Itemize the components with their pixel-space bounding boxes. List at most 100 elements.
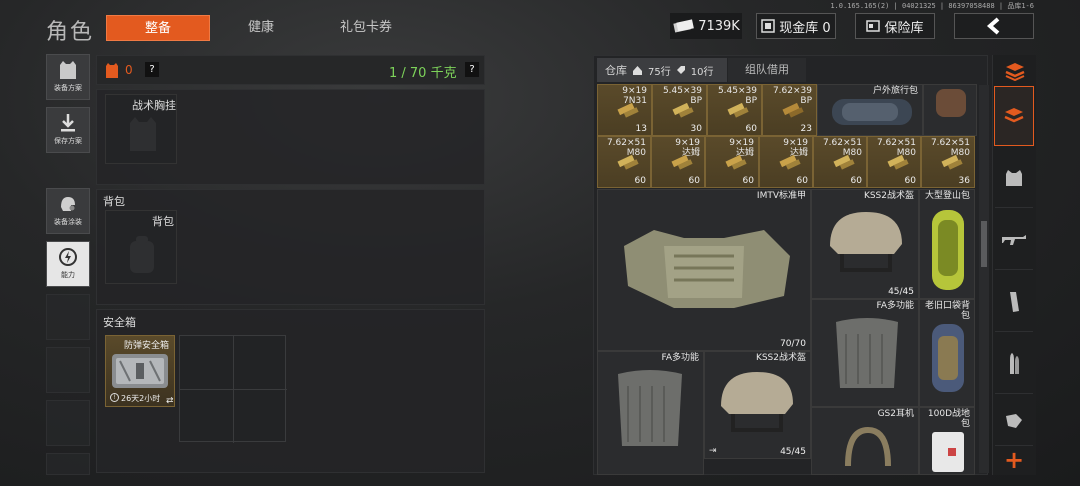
tab-gift-coupons[interactable]: 礼包卡券: [322, 15, 410, 41]
misc-icon: [1006, 413, 1022, 428]
bag-image: [932, 432, 964, 472]
safe-box-image: [112, 354, 168, 388]
empty-menu-slot: [46, 347, 90, 393]
cash-vault-button[interactable]: 现金库 0: [756, 13, 836, 39]
empty-menu-slot: [46, 294, 90, 340]
vault-icon: [761, 19, 776, 33]
insurance-vault-button[interactable]: 保险库: [855, 13, 935, 39]
ammo-item[interactable]: 9×19 达姆 60: [759, 136, 813, 188]
fa-pouch-item[interactable]: FA多功能: [597, 351, 704, 475]
ability-button[interactable]: 能力: [46, 241, 90, 287]
backpack-slot-label: 背包: [152, 215, 174, 228]
warehouse-scrollbar[interactable]: [979, 85, 989, 473]
vest-icon: [60, 61, 76, 79]
save-plan-button[interactable]: 保存方案: [46, 107, 90, 153]
tag-icon: [676, 66, 685, 74]
ammo-item[interactable]: 7.62×39 BP 23: [762, 84, 817, 136]
armor-vest-image: [624, 230, 790, 308]
team-borrow-tab[interactable]: 组队借用: [728, 58, 806, 82]
safe-box-item[interactable]: 防弹安全箱 ! 26天2小时 ⇄: [105, 335, 175, 407]
old-pocket-backpack-item[interactable]: 老旧口袋背包: [919, 299, 975, 407]
kss2-helmet-item[interactable]: KSS2战术盔 45/45: [811, 189, 919, 299]
100d-bag-item[interactable]: 100D战地包: [919, 407, 975, 475]
tab-loadout[interactable]: 整备: [106, 15, 210, 41]
ammo-item[interactable]: 7.62×51 M80 60: [597, 136, 651, 188]
category-all-tab[interactable]: [994, 86, 1034, 146]
add-category-button[interactable]: +: [1000, 446, 1028, 474]
bag-item[interactable]: [923, 84, 977, 136]
kss2-helmet-item[interactable]: KSS2战术盔 ⇥ 45/45: [704, 351, 811, 459]
ability-label: 能力: [61, 271, 75, 279]
outdoor-bag-item[interactable]: 户外旅行包: [817, 84, 923, 136]
gs2-headset-item[interactable]: GS2耳机: [811, 407, 919, 475]
ammo-item[interactable]: 7.62×51 M80 60: [813, 136, 867, 188]
safe-box-name: 防弹安全箱: [124, 341, 170, 351]
save-plan-label: 保存方案: [54, 137, 82, 145]
sort-button[interactable]: [1000, 58, 1030, 84]
safe-box-time: 26天2小时: [121, 394, 161, 403]
backpack-slot[interactable]: 背包: [105, 210, 177, 284]
home-rows: 75行: [648, 66, 671, 78]
fa-pouch-item[interactable]: FA多功能: [811, 299, 919, 407]
helmet-image: [721, 372, 793, 432]
ammo-item[interactable]: 9×19 达姆 60: [651, 136, 705, 188]
kss2-helmet-durability: 45/45: [780, 447, 806, 457]
helmet-paint-icon: [61, 197, 75, 211]
ammo-qty: 30: [690, 124, 702, 134]
back-button[interactable]: [954, 13, 1034, 39]
chest-rig-slot[interactable]: 战术胸挂: [105, 94, 177, 164]
ability-icon: [59, 248, 77, 266]
kss2-helmet-name: KSS2战术盔: [863, 191, 914, 201]
category-armor-tab[interactable]: [995, 148, 1033, 208]
empty-menu-slot: [46, 400, 90, 446]
backpack-image: [932, 210, 964, 290]
ammo-icon: [782, 102, 804, 118]
ammo-item[interactable]: 5.45×39 BP 60: [707, 84, 762, 136]
ammo-qty: 13: [635, 124, 647, 134]
helmet-image: [830, 212, 902, 272]
category-misc-tab[interactable]: [995, 396, 1033, 446]
ammo-qty: 23: [800, 124, 812, 134]
swap-icon[interactable]: ⇄: [166, 396, 174, 406]
ammo-item[interactable]: 7.62×51 M80 36: [921, 136, 975, 188]
safe-box-section-title: 安全箱: [103, 316, 136, 329]
ammo-qty: 60: [742, 176, 754, 186]
ammo-icon: [833, 154, 855, 170]
ammo-item[interactable]: 9×19 达姆 60: [705, 136, 759, 188]
scrollbar-thumb[interactable]: [981, 221, 987, 267]
value-help-button[interactable]: ?: [145, 62, 159, 77]
category-magazine-tab[interactable]: [995, 272, 1033, 332]
category-weapon-tab[interactable]: [995, 210, 1033, 270]
equipment-paint-button[interactable]: 装备涂装: [46, 188, 90, 234]
ammo-icon: [941, 154, 963, 170]
ammo-item[interactable]: 5.45×39 BP 30: [652, 84, 707, 136]
clock-icon: !: [110, 393, 119, 402]
kss2-helmet-name: KSS2战术盔: [755, 353, 806, 363]
loadout-plan-button[interactable]: 装备方案: [46, 54, 90, 100]
category-ammo-tab[interactable]: [995, 334, 1033, 394]
warehouse-grid: 9×19 7N31 13 5.45×39 BP 30 5.45×39 BP 60…: [597, 84, 977, 475]
tag-rows: 10行: [690, 66, 714, 78]
home-icon: [633, 65, 642, 75]
big-backpack-item[interactable]: 大型登山包: [919, 189, 975, 299]
weight-help-button[interactable]: ?: [465, 62, 479, 77]
ammo-item[interactable]: 7.62×51 M80 60: [867, 136, 921, 188]
imtv-armor-item[interactable]: IMTV标准甲 70/70: [597, 189, 811, 351]
tab-health[interactable]: 健康: [222, 15, 300, 41]
ammo-icon: [617, 102, 639, 118]
ammo-qty: 60: [796, 176, 808, 186]
imtv-armor-name: IMTV标准甲: [756, 191, 806, 201]
vest-value-icon: [106, 63, 118, 78]
ammo-qty: 60: [688, 176, 700, 186]
warehouse-tab[interactable]: 仓库 75行 10行: [597, 58, 727, 82]
bag-image: [936, 89, 966, 117]
ammo-qty: 60: [634, 176, 646, 186]
version-text: 1.0.165.165(2) | 04021325 | 86397058488 …: [830, 2, 1034, 10]
empty-menu-slot: [46, 453, 90, 475]
ammo-item[interactable]: 9×19 7N31 13: [597, 84, 652, 136]
fa-pouch-name: FA多功能: [661, 353, 699, 363]
warehouse-tab-label: 仓库: [605, 64, 627, 77]
ammo-icon: [887, 154, 909, 170]
backpack-image: [932, 324, 964, 392]
ammo-icon: [672, 102, 694, 118]
